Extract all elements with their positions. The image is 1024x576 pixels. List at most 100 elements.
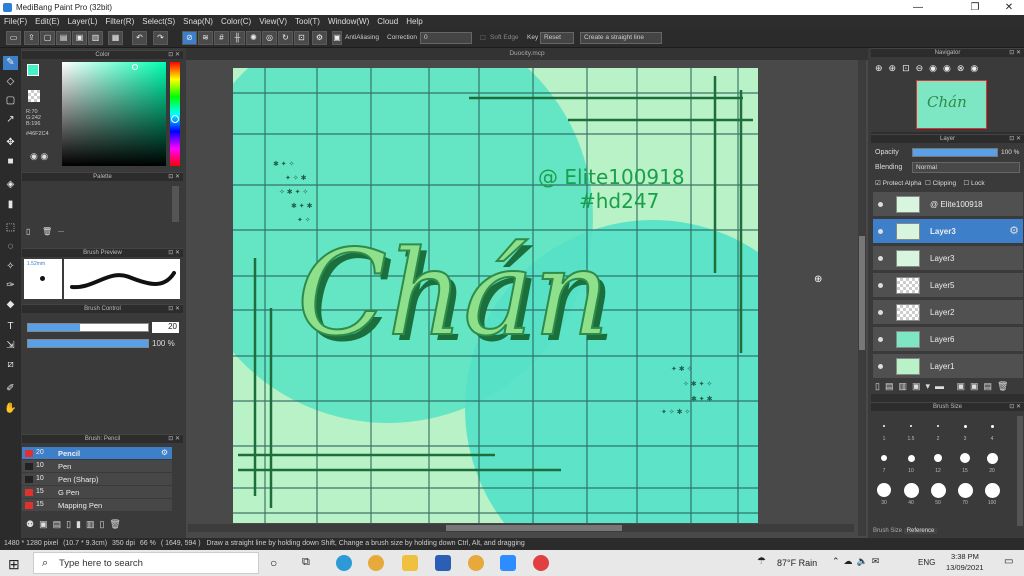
snap-cross-icon[interactable]: ╫ <box>230 31 245 45</box>
chrome-icon[interactable] <box>368 555 384 571</box>
navigator-thumbnail[interactable]: Chán <box>916 80 987 129</box>
weather-text[interactable]: 87°F Rain <box>777 558 817 568</box>
navigator-zoom-icons[interactable]: ⊕⊕⊡⊖◉◉⊗◉ <box>875 63 984 74</box>
lock-checkbox[interactable]: ☐ <box>963 180 969 187</box>
new-file-icon[interactable]: ▭ <box>6 31 21 45</box>
brush-size-scrollbar[interactable] <box>1017 416 1023 526</box>
protect-alpha-checkbox[interactable]: ☑ <box>875 180 881 187</box>
panel-close-icon[interactable]: ⊡ ✕ <box>168 305 180 314</box>
color-saturation-field[interactable] <box>62 62 166 166</box>
palette-scrollbar[interactable] <box>172 186 179 222</box>
brush-settings-icon[interactable]: ⚙ <box>161 448 168 457</box>
tray-icons[interactable]: ⌃☁🔈✉ <box>832 556 883 567</box>
brush-list-toolbar-icons[interactable]: ⚉▣▤▯▮▥▯🗑 <box>26 519 126 530</box>
menu-select[interactable]: Select(S) <box>138 15 179 28</box>
maximize-button[interactable]: ❐ <box>960 0 990 15</box>
menu-tool[interactable]: Tool(T) <box>291 15 324 28</box>
divide-tool-icon[interactable]: ⧄ <box>3 358 18 372</box>
cortana-icon[interactable]: ○ <box>270 556 277 570</box>
layer-opacity-slider[interactable] <box>912 148 998 157</box>
visibility-icon[interactable] <box>878 337 883 342</box>
menu-cloud[interactable]: Cloud <box>373 15 402 28</box>
canvas-vscroll[interactable] <box>858 60 866 536</box>
color-wheel-icon[interactable]: ◉ ◉ <box>30 151 48 162</box>
create-straight-line-button[interactable]: Create a straight line <box>580 32 662 44</box>
snap-vanish-icon[interactable]: ⊡ <box>294 31 309 45</box>
menu-snap[interactable]: Snap(N) <box>179 15 217 28</box>
fill-icon[interactable]: ▣ <box>72 31 87 45</box>
snap-circle-icon[interactable]: ◎ <box>262 31 277 45</box>
layer-toolbar-icons[interactable]: ▯▤▥▣▾▬ ▣▣▤🗑 <box>875 381 1013 392</box>
taskbar-search[interactable]: ⌕ Type here to search <box>33 552 259 574</box>
snap-grid-icon[interactable]: # <box>214 31 229 45</box>
hue-slider[interactable] <box>170 62 180 166</box>
canvas-hscroll[interactable] <box>188 524 854 532</box>
upload-icon[interactable]: ⇪ <box>24 31 39 45</box>
canvas-hscroll-thumb[interactable] <box>446 525 622 531</box>
edge-icon[interactable] <box>336 555 352 571</box>
dot-tool-icon[interactable]: ↗ <box>3 113 18 127</box>
eraser-tool-icon[interactable]: ◇ <box>3 75 18 89</box>
panel-close-icon[interactable]: ⊡ ✕ <box>168 51 180 60</box>
brush-item-mapping-pen[interactable]: 15 Mapping Pen <box>22 499 172 512</box>
tab-brush-size[interactable]: Brush Size <box>873 528 902 534</box>
eyedropper-icon[interactable]: ✐ <box>3 382 18 396</box>
select-pen-icon[interactable]: ✑ <box>3 279 18 293</box>
transparent-color-swatch[interactable] <box>28 90 40 102</box>
menu-help[interactable]: Help <box>402 15 426 28</box>
brush-size-dot[interactable] <box>903 482 919 498</box>
brush-size-dot[interactable] <box>937 425 939 427</box>
snap-curve-icon[interactable]: ↻ <box>278 31 293 45</box>
brush-item-pen-sharp[interactable]: 10 Pen (Sharp) <box>22 473 172 486</box>
panel-close-icon[interactable]: ⊡ ✕ <box>168 435 180 444</box>
layer-row[interactable]: Layer1 <box>873 354 1023 379</box>
visibility-icon[interactable] <box>878 283 883 288</box>
hue-handle[interactable] <box>171 115 179 123</box>
windows-start-icon[interactable]: ⊞ <box>8 556 20 573</box>
brush-size-dot[interactable] <box>930 482 946 498</box>
panel-icon[interactable]: ▥ <box>88 31 103 45</box>
brush-size-dot[interactable] <box>907 454 915 462</box>
visibility-icon[interactable] <box>878 202 883 207</box>
brush-size-input[interactable]: 20 <box>152 322 179 333</box>
brush-size-dot[interactable] <box>984 482 1000 498</box>
chat-icon[interactable]: ▢ <box>40 31 55 45</box>
palette-delete-icon[interactable]: 🗑 <box>42 227 52 236</box>
color-picker-handle[interactable] <box>132 64 138 70</box>
layer-row-selected[interactable]: Layer3 ⚙ <box>873 219 1023 244</box>
artwork-canvas[interactable]: ✱ ✦ ✧ ✦ ✧ ✱ ✧ ✱ ✦ ✧ ✱ ✦ ✱ ✦ ✧ ✦ ✱ ✧ ✧ ✱ ✦ ✧ ✱ … <box>233 68 758 523</box>
layer-row[interactable]: Layer6 <box>873 327 1023 352</box>
menu-edit[interactable]: Edit(E) <box>31 15 63 28</box>
brush-size-dot[interactable] <box>986 452 998 464</box>
close-button[interactable]: ✕ <box>994 0 1024 15</box>
clock-time[interactable]: 3:38 PM <box>951 552 979 561</box>
brush-size-dot[interactable] <box>960 453 970 463</box>
brush-size-dot[interactable] <box>990 424 994 428</box>
word-icon[interactable] <box>435 555 451 571</box>
brush-size-dot[interactable] <box>881 455 887 461</box>
brush-item-pen[interactable]: 10 Pen <box>22 460 172 473</box>
rect-tool-icon[interactable]: ▢ <box>3 94 18 108</box>
comment-icon[interactable]: ▤ <box>56 31 71 45</box>
panel-close-icon[interactable]: ⊡ ✕ <box>1009 49 1021 58</box>
language-indicator[interactable]: ENG <box>918 558 935 567</box>
zoom-icon[interactable] <box>500 555 516 571</box>
tab-reference[interactable]: Reference <box>903 528 938 534</box>
brush-size-dot[interactable] <box>957 482 973 498</box>
visibility-icon[interactable] <box>878 364 883 369</box>
brush-item-pencil[interactable]: 20 Pencil ⚙ <box>22 447 172 460</box>
brush-size-dot[interactable] <box>934 454 942 462</box>
menu-filter[interactable]: Filter(R) <box>101 15 138 28</box>
fill-tool-icon[interactable]: ◈ <box>3 178 18 192</box>
brush-opacity-slider[interactable] <box>27 339 149 348</box>
brush-size-dot[interactable] <box>963 424 967 428</box>
antialiasing-checkbox[interactable]: ▣ <box>332 31 342 45</box>
menu-window[interactable]: Window(W) <box>324 15 373 28</box>
magic-wand-icon[interactable]: ✧ <box>3 260 18 274</box>
visibility-icon[interactable] <box>878 229 883 234</box>
brush-size-slider[interactable] <box>27 323 149 332</box>
snap-radial-icon[interactable]: ✺ <box>246 31 261 45</box>
operation-tool-icon[interactable]: ⇲ <box>3 339 18 353</box>
image-icon[interactable]: ▦ <box>108 31 123 45</box>
layer-row[interactable]: Layer2 <box>873 300 1023 325</box>
